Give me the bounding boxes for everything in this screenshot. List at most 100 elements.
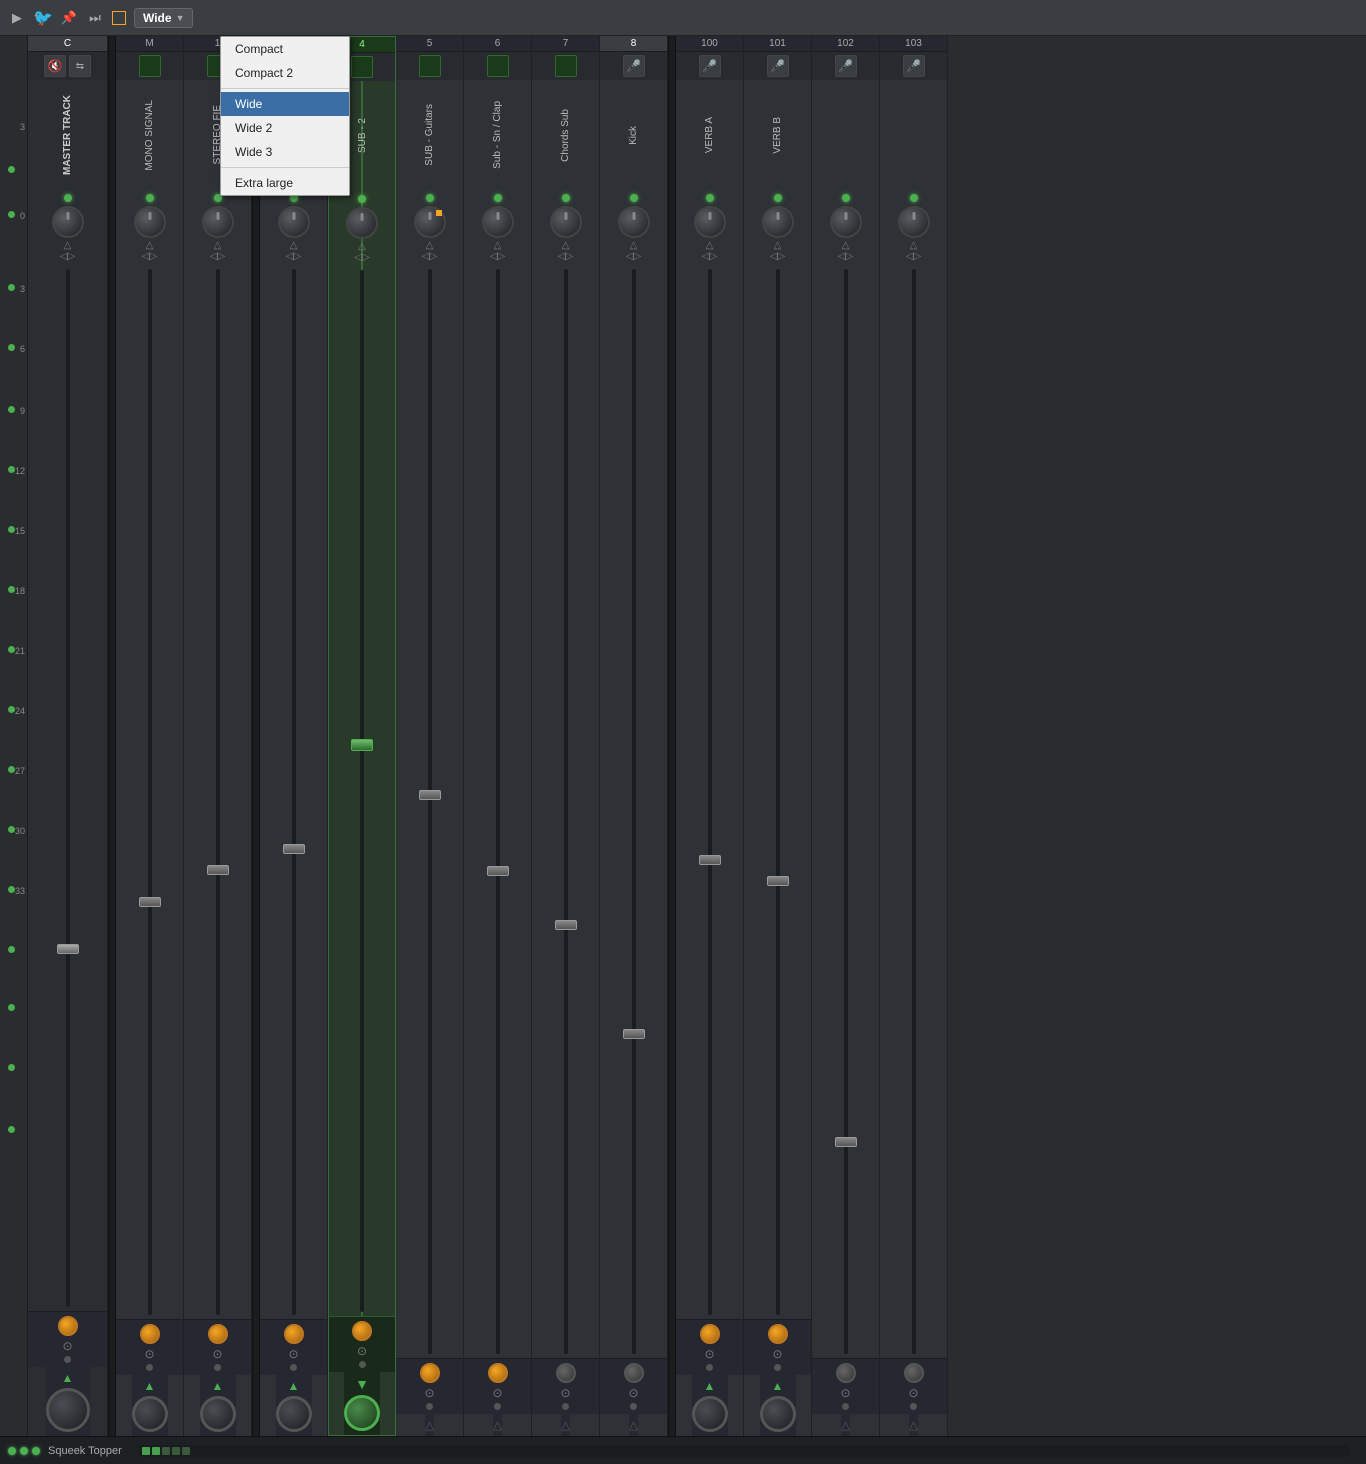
ch100-fader-handle[interactable] xyxy=(699,855,721,865)
dropdown-item-wide[interactable]: Wide xyxy=(221,92,349,116)
ch4-send-knob[interactable] xyxy=(352,1321,372,1341)
ch4-active-btn[interactable] xyxy=(351,56,373,78)
ch8-active-btn[interactable]: 🎤 xyxy=(623,55,645,77)
ch1-fader-handle[interactable] xyxy=(207,865,229,875)
master-pan-up[interactable]: △ xyxy=(64,241,72,251)
ch7-fader-handle[interactable] xyxy=(555,920,577,930)
ch8-send-knob[interactable] xyxy=(624,1363,644,1383)
ch100-route-arrow[interactable]: ▲ xyxy=(704,1379,716,1393)
ch8-route-arrow[interactable]: △ xyxy=(629,1418,638,1432)
ch3-pan-lr[interactable]: ◁▷ xyxy=(286,252,301,262)
ch101-fader-handle[interactable] xyxy=(767,876,789,886)
ch101-route-arrow[interactable]: ▲ xyxy=(772,1379,784,1393)
ch6-route-arrow[interactable]: △ xyxy=(493,1418,502,1432)
ch7-pan-up[interactable]: △ xyxy=(562,241,570,251)
ch102-route-arrow[interactable]: △ xyxy=(841,1418,850,1432)
ch4-volume-knob[interactable] xyxy=(346,207,378,239)
master-pan-lr[interactable]: ◁▷ xyxy=(60,252,75,262)
ch3-fader-handle[interactable] xyxy=(283,844,305,854)
ch3-volume-knob[interactable] xyxy=(278,206,310,238)
ch1-volume-knob[interactable] xyxy=(202,206,234,238)
ch102-pan-up[interactable]: △ xyxy=(842,241,850,251)
ch102-pan-lr[interactable]: ◁▷ xyxy=(838,252,853,262)
ch101-active-btn[interactable]: 🎤 xyxy=(767,55,789,77)
ch103-active-btn[interactable]: 🎤 xyxy=(903,55,925,77)
ch4-route-arrow[interactable]: ▼ xyxy=(355,1376,369,1392)
ch4-big-knob[interactable] xyxy=(344,1395,380,1431)
ch102-fader-handle[interactable] xyxy=(835,1137,857,1147)
view-dropdown[interactable]: Wide ▼ xyxy=(134,8,193,28)
dropdown-item-wide2[interactable]: Wide 2 xyxy=(221,116,349,140)
ch1-route-arrow[interactable]: ▲ xyxy=(212,1379,224,1393)
ch6-volume-knob[interactable] xyxy=(482,206,514,238)
master-fader-handle[interactable] xyxy=(57,944,79,954)
ch100-volume-knob[interactable] xyxy=(694,206,726,238)
ch5-active-btn[interactable] xyxy=(419,55,441,77)
ch3-pan-up[interactable]: △ xyxy=(290,241,298,251)
ch4-pan-lr[interactable]: ◁▷ xyxy=(354,253,369,263)
ch1-pan-up[interactable]: △ xyxy=(214,241,222,251)
ch101-volume-knob[interactable] xyxy=(762,206,794,238)
ch5-route-arrow[interactable]: △ xyxy=(425,1418,434,1432)
ch100-send-knob[interactable] xyxy=(700,1324,720,1344)
m-big-knob[interactable] xyxy=(132,1396,168,1432)
ch102-volume-knob[interactable] xyxy=(830,206,862,238)
dropdown-item-compact[interactable]: Compact xyxy=(221,37,349,61)
ch103-pan-up[interactable]: △ xyxy=(910,241,918,251)
ch103-pan-lr[interactable]: ◁▷ xyxy=(906,252,921,262)
ch101-pan-lr[interactable]: ◁▷ xyxy=(770,252,785,262)
ch7-active-btn[interactable] xyxy=(555,55,577,77)
ch5-pan-lr[interactable]: ◁▷ xyxy=(422,252,437,262)
master-big-knob[interactable] xyxy=(46,1388,90,1432)
ch1-pan-lr[interactable]: ◁▷ xyxy=(210,252,225,262)
ch101-send-knob[interactable] xyxy=(768,1324,788,1344)
ch5-volume-knob[interactable] xyxy=(414,206,446,238)
ch102-send-knob[interactable] xyxy=(836,1363,856,1383)
pin-icon[interactable]: 📌 xyxy=(60,9,78,27)
m-send-knob[interactable] xyxy=(140,1324,160,1344)
pattern-bar[interactable] xyxy=(138,1445,1350,1457)
ch100-pan-lr[interactable]: ◁▷ xyxy=(702,252,717,262)
ch6-send-knob[interactable] xyxy=(488,1363,508,1383)
skip-icon[interactable]: ⏭ xyxy=(86,9,104,27)
ch5-fader-handle[interactable] xyxy=(419,790,441,800)
ch4-pan-up[interactable]: △ xyxy=(358,242,366,252)
ch100-pan-up[interactable]: △ xyxy=(706,241,714,251)
master-pan-btn[interactable]: ⇆ xyxy=(69,55,91,77)
ch101-big-knob[interactable] xyxy=(760,1396,796,1432)
m-route-arrow[interactable]: ▲ xyxy=(144,1379,156,1393)
ch6-pan-up[interactable]: △ xyxy=(494,241,502,251)
ch3-big-knob[interactable] xyxy=(276,1396,312,1432)
dropdown-item-extralarge[interactable]: Extra large xyxy=(221,171,349,195)
ch5-pan-up[interactable]: △ xyxy=(426,241,434,251)
ch101-pan-up[interactable]: △ xyxy=(774,241,782,251)
m-pan-up[interactable]: △ xyxy=(146,241,154,251)
m-pan-lr[interactable]: ◁▷ xyxy=(142,252,157,262)
bird-icon[interactable]: 🐦 xyxy=(34,9,52,27)
ch4-fader-handle[interactable] xyxy=(351,739,373,751)
dropdown-item-compact2[interactable]: Compact 2 xyxy=(221,61,349,85)
ch8-volume-knob[interactable] xyxy=(618,206,650,238)
ch7-route-arrow[interactable]: △ xyxy=(561,1418,570,1432)
ch103-volume-knob[interactable] xyxy=(898,206,930,238)
dropdown-item-wide3[interactable]: Wide 3 xyxy=(221,140,349,164)
master-send-knob[interactable] xyxy=(58,1316,78,1336)
ch1-send-knob[interactable] xyxy=(208,1324,228,1344)
ch1-big-knob[interactable] xyxy=(200,1396,236,1432)
ch6-pan-lr[interactable]: ◁▷ xyxy=(490,252,505,262)
ch7-pan-lr[interactable]: ◁▷ xyxy=(558,252,573,262)
ch6-fader-handle[interactable] xyxy=(487,866,509,876)
master-mute-btn[interactable]: 🔇 xyxy=(44,55,66,77)
ch103-send-knob[interactable] xyxy=(904,1363,924,1383)
square-icon[interactable] xyxy=(112,11,126,25)
play-icon[interactable]: ▶ xyxy=(8,9,26,27)
ch100-active-btn[interactable]: 🎤 xyxy=(699,55,721,77)
ch7-volume-knob[interactable] xyxy=(550,206,582,238)
m-volume-knob[interactable] xyxy=(134,206,166,238)
ch3-send-knob[interactable] xyxy=(284,1324,304,1344)
ch102-active-btn[interactable]: 🎤 xyxy=(835,55,857,77)
ch5-send-knob[interactable] xyxy=(420,1363,440,1383)
m-active-btn[interactable] xyxy=(139,55,161,77)
ch7-send-knob[interactable] xyxy=(556,1363,576,1383)
ch100-big-knob[interactable] xyxy=(692,1396,728,1432)
